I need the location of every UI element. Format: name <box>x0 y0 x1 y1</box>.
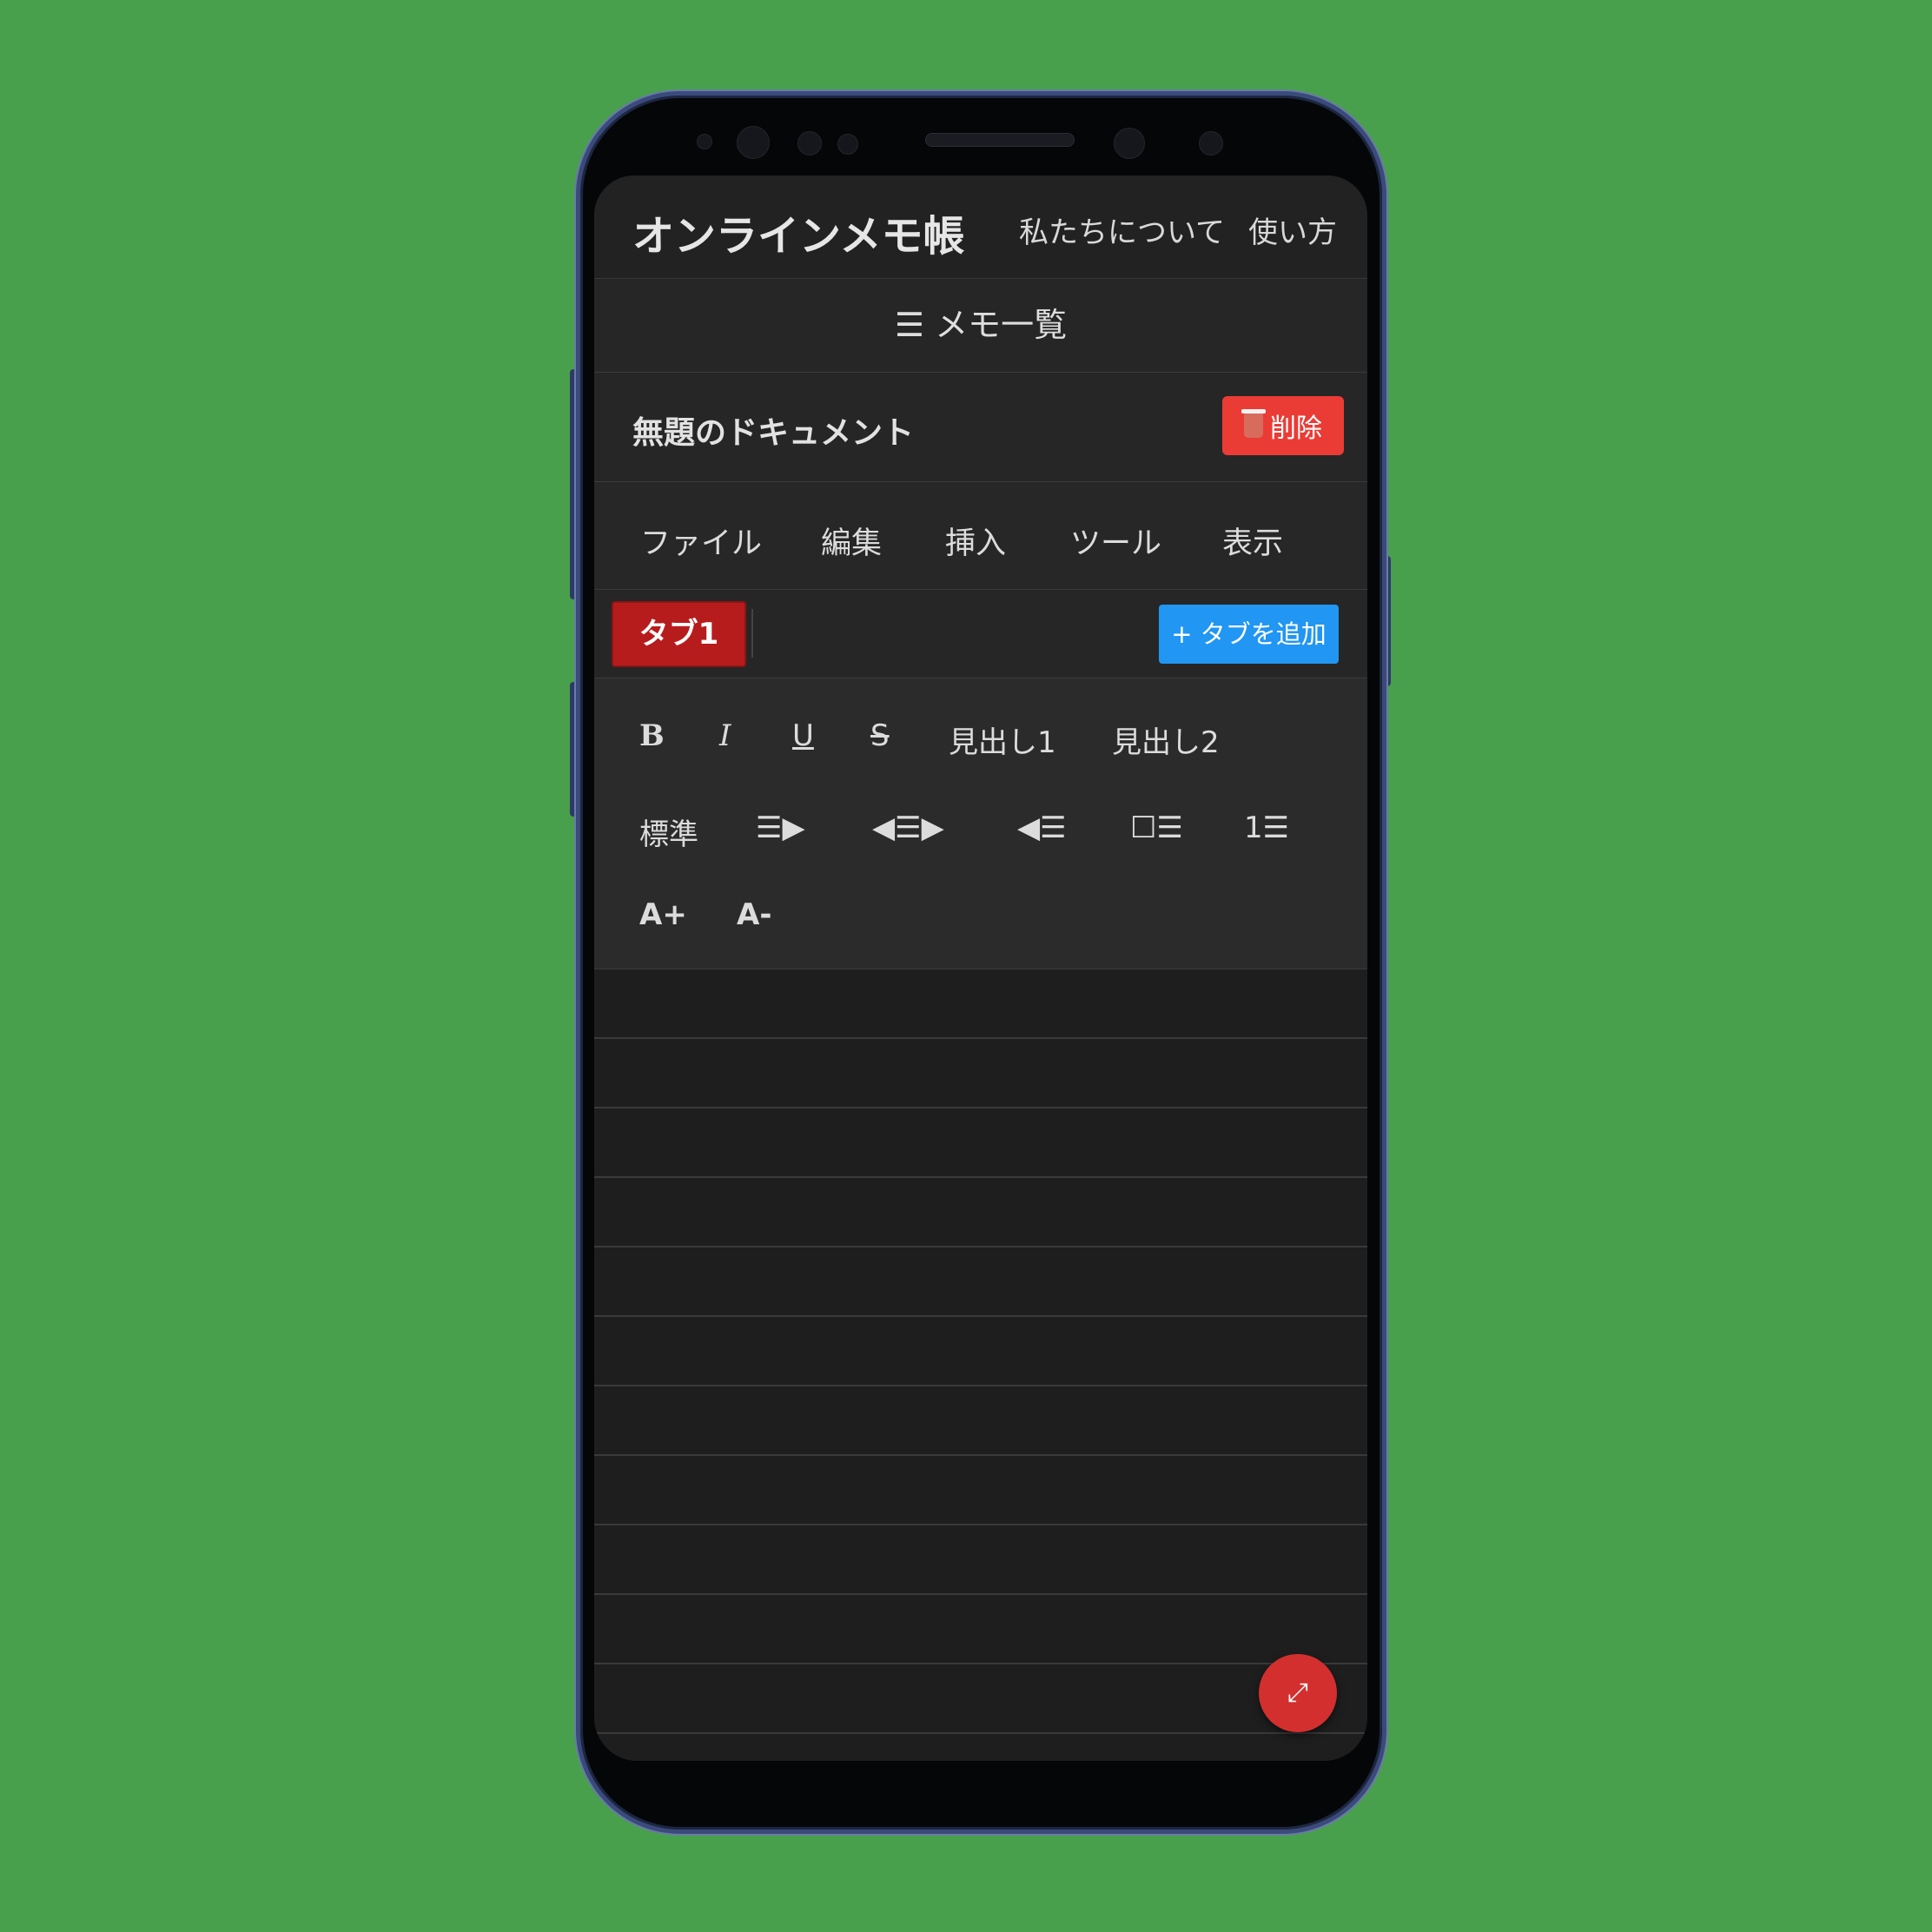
document-header: 無題のドキュメント 削除 <box>594 373 1367 482</box>
sensor-dot <box>697 134 712 149</box>
align-right-button[interactable]: ☰▶ <box>756 811 805 845</box>
document-title[interactable]: 無題のドキュメント <box>632 407 914 453</box>
align-center-button[interactable]: ◀☰▶ <box>872 811 944 845</box>
add-tab-button[interactable]: + タブを追加 <box>1159 605 1339 664</box>
menu-tools[interactable]: ツール <box>1070 519 1161 563</box>
top-navbar: オンラインメモ帳 私たちについて 使い方 <box>594 175 1367 279</box>
fullscreen-toggle-button[interactable]: ⤢ <box>1259 1654 1337 1732</box>
nav-link-howto[interactable]: 使い方 <box>1248 208 1337 251</box>
underline-button[interactable]: U <box>792 718 814 753</box>
front-camera <box>737 126 770 159</box>
normal-text-button[interactable]: 標準 <box>639 811 698 853</box>
earpiece-speaker <box>925 133 1075 147</box>
memo-editor[interactable] <box>594 969 1367 1761</box>
tab-1[interactable]: タブ1 <box>612 601 746 667</box>
delete-button[interactable]: 削除 <box>1222 396 1344 455</box>
sensor-dot <box>837 134 858 155</box>
menu-file[interactable]: ファイル <box>640 519 762 563</box>
sensor-dot <box>1199 131 1223 155</box>
sensor-dot <box>797 131 822 155</box>
numbered-list-button[interactable]: 1☰ <box>1244 811 1289 845</box>
memo-list-toggle[interactable]: ☰ メモ一覧 <box>594 279 1367 373</box>
tab-bar: タブ1 + タブを追加 <box>594 590 1367 678</box>
font-size-increase-button[interactable]: A+ <box>639 897 687 932</box>
trash-icon <box>1241 409 1266 438</box>
tab-divider <box>751 609 753 658</box>
heading1-button[interactable]: 見出し1 <box>949 718 1056 761</box>
brand-title[interactable]: オンラインメモ帳 <box>632 202 965 262</box>
heading2-button[interactable]: 見出し2 <box>1112 718 1220 761</box>
app-screen: オンラインメモ帳 私たちについて 使い方 ☰ メモ一覧 無題のドキュメント 削除… <box>594 175 1367 1761</box>
nav-link-about[interactable]: 私たちについて <box>1019 208 1225 251</box>
menu-edit[interactable]: 編集 <box>821 519 882 563</box>
camera-lens <box>1114 128 1145 159</box>
checklist-button[interactable]: ☐☰ <box>1130 811 1183 845</box>
menu-insert[interactable]: 挿入 <box>945 519 1006 563</box>
bold-button[interactable]: B <box>639 718 665 753</box>
menu-bar: ファイル 編集 挿入 ツール 表示 <box>594 482 1367 590</box>
align-left-button[interactable]: ◀☰ <box>1017 811 1067 845</box>
expand-icon: ⤢ <box>1287 1677 1308 1708</box>
format-toolbar: B I U S 見出し1 見出し2 標準 ☰▶ ◀☰▶ ◀☰ ☐☰ 1☰ A+ … <box>594 678 1367 969</box>
menu-view[interactable]: 表示 <box>1222 519 1283 563</box>
font-size-decrease-button[interactable]: A- <box>737 897 771 932</box>
italic-button[interactable]: I <box>719 718 731 753</box>
strikethrough-button[interactable]: S <box>870 718 890 753</box>
delete-button-label: 削除 <box>1270 414 1322 444</box>
